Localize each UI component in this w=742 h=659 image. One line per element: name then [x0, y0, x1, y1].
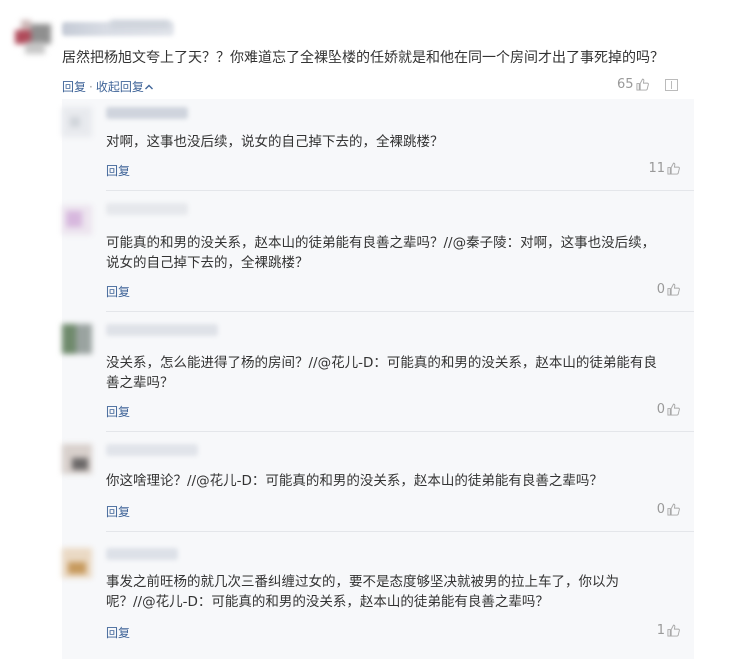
reply-link[interactable]: 回复	[62, 80, 86, 94]
reply-link[interactable]: 回复	[106, 162, 130, 179]
reply-link[interactable]: 回复	[106, 403, 130, 420]
reply-link[interactable]: 回复	[106, 503, 130, 520]
thumb-up-icon	[636, 78, 649, 91]
username-extra	[110, 20, 170, 29]
thumb-up-icon	[667, 503, 680, 516]
reply-text: 你这啥理论？//@花儿-D：可能真的和男的没关系，赵本山的徒弟能有良善之辈吗？	[106, 473, 603, 489]
like-count: 0	[656, 402, 665, 417]
like-count: 11	[648, 161, 665, 176]
collapse-replies-link[interactable]: 收起回复	[96, 80, 154, 94]
avatar[interactable]	[62, 548, 92, 578]
reply-item: 事发之前旺杨的就几次三番纠缠过女的，要不是态度够坚决就被男的拉上车了，你以为 呢…	[62, 532, 694, 659]
reply-item: 你这啥理论？//@花儿-D：可能真的和男的没关系，赵本山的徒弟能有良善之辈吗？ …	[62, 432, 694, 532]
like-count: 65	[617, 77, 634, 92]
thumb-up-icon	[667, 624, 680, 637]
username[interactable]	[106, 444, 198, 456]
reply-item: 对啊，这事也没后续，说女的自己掉下去的，全裸跳楼？ 回复 11	[62, 99, 694, 191]
reply-text: 对啊，这事也没后续，说女的自己掉下去的，全裸跳楼？	[106, 134, 444, 150]
like-button[interactable]: 0	[657, 402, 680, 417]
username[interactable]	[106, 107, 188, 119]
reply-item: 可能真的和男的没关系，赵本山的徒弟能有良善之辈吗？//@秦子陵：对啊，这事也没后…	[62, 191, 694, 312]
username[interactable]	[106, 548, 178, 560]
thumb-up-icon	[667, 403, 680, 416]
avatar[interactable]	[15, 20, 53, 56]
like-button[interactable]: 0	[657, 502, 680, 517]
reply-text: 没关系，怎么能进得了杨的房间？//@花儿-D：可能真的和男的没关系，赵本山的徒弟…	[106, 355, 657, 391]
like-count: 1	[656, 623, 665, 638]
reply-text: 可能真的和男的没关系，赵本山的徒弟能有良善之辈吗？//@秦子陵：对啊，这事也没后…	[106, 235, 656, 271]
like-button[interactable]: 11	[648, 161, 680, 176]
chevron-up-icon	[144, 84, 153, 90]
avatar[interactable]	[62, 324, 92, 354]
thumb-up-icon	[667, 162, 680, 175]
avatar[interactable]	[62, 444, 92, 474]
comment-text: 居然把杨旭文夸上了天？？你难道忘了全裸坠楼的任娇就是和他在同一个房间才出了事死掉…	[62, 50, 664, 66]
like-count: 0	[656, 282, 665, 297]
replies-panel: 对啊，这事也没后续，说女的自己掉下去的，全裸跳楼？ 回复 11 可能真的和男的没…	[62, 99, 694, 659]
like-button[interactable]: 65	[617, 77, 649, 92]
separator: ·	[89, 80, 93, 94]
username[interactable]	[106, 203, 188, 215]
reply-text: 事发之前旺杨的就几次三番纠缠过女的，要不是态度够坚决就被男的拉上车了，你以为 呢…	[106, 574, 619, 610]
comment-actions: 回复 · 收起回复	[62, 78, 154, 95]
avatar[interactable]	[62, 107, 92, 137]
reply-item: 没关系，怎么能进得了杨的房间？//@花儿-D：可能真的和男的没关系，赵本山的徒弟…	[62, 312, 694, 432]
avatar[interactable]	[62, 205, 92, 235]
like-count: 0	[656, 502, 665, 517]
username[interactable]	[106, 324, 218, 336]
like-button[interactable]: 0	[657, 282, 680, 297]
thumb-up-icon	[667, 283, 680, 296]
like-button[interactable]: 1	[657, 623, 680, 638]
reply-link[interactable]: 回复	[106, 624, 130, 641]
reply-link[interactable]: 回复	[106, 283, 130, 300]
report-icon[interactable]	[665, 79, 678, 91]
